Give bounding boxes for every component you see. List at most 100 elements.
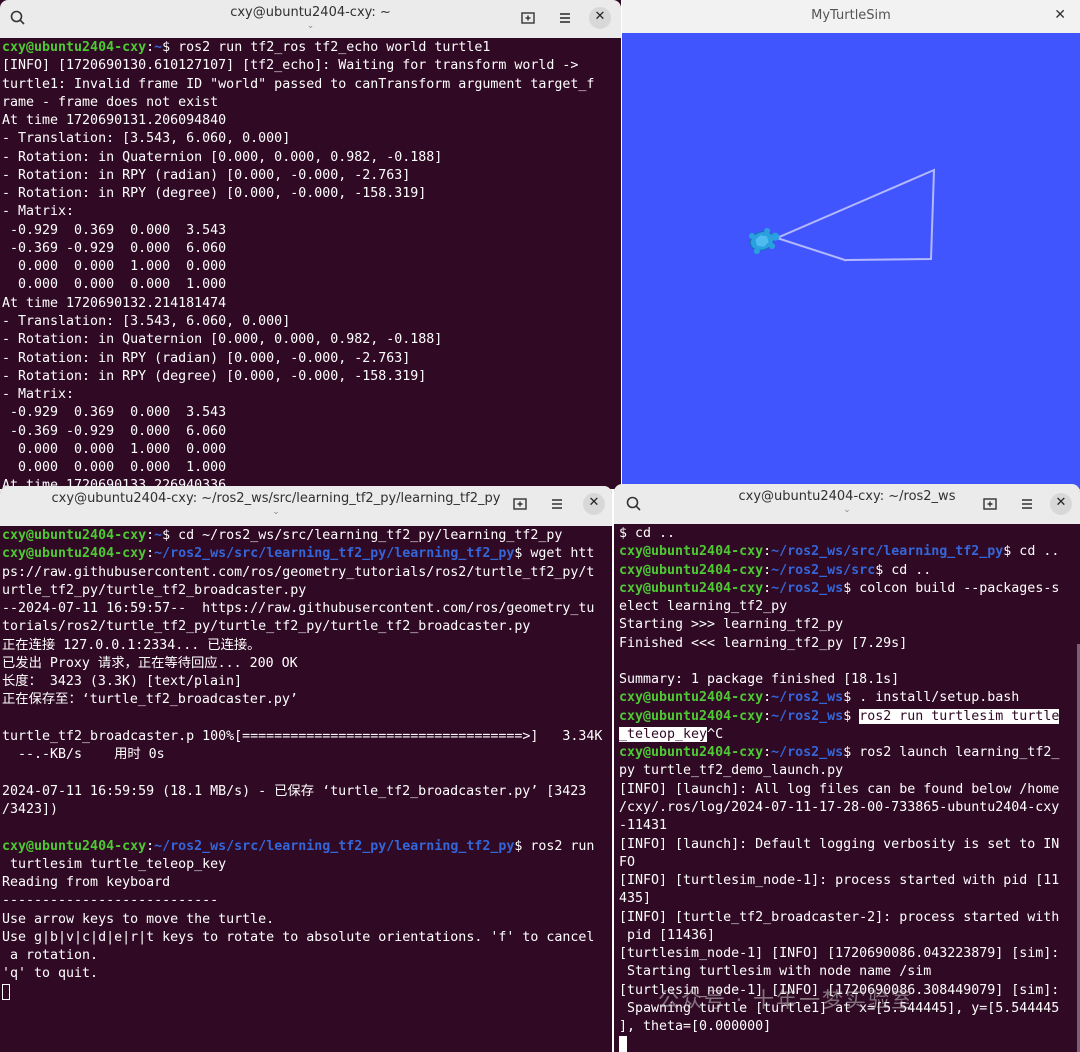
window-title: cxy@ubuntu2404-cxy: ~/ros2_ws/src/learni… [51,491,501,506]
line-text: Use g|b|v|c|d|e|r|t keys to rotate to ab… [2,929,595,945]
line-text: 'q' to quit. [2,966,99,982]
line-text: - Translation: [3.543, 6.060, 0.000] [2,313,291,329]
terminal-line: - Rotation: in Quaternion [0.000, 0.000,… [2,149,621,167]
terminal-line: FO [619,854,1080,872]
line-text: Finished <<< learning_tf2_py [7.29s] [619,635,908,651]
terminal-line: Reading from keyboard [2,874,612,892]
terminal-line: _teleop_key^C [619,726,1080,744]
line-text: 0.000 0.000 1.000 0.000 [2,441,227,457]
terminal-output[interactable]: $ cd .. cxy@ubuntu2404-cxy:~/ros2_ws/src/… [614,525,1080,1052]
terminal-line: [INFO] [turtle_tf2_broadcaster-2]: proce… [619,909,1080,927]
line-text: [INFO] [launch]: Default logging verbosi… [619,836,1060,852]
menu-icon[interactable] [545,492,569,516]
selected-text: _teleop_key [619,726,708,742]
terminal-line: 2024-07-11 16:59:59 (18.1 MB/s) - 已保存 ‘t… [2,783,612,801]
line-text: $ . install/setup.bash [843,690,1020,706]
close-icon[interactable]: ✕ [1050,493,1072,515]
turtlesim-window[interactable]: MyTurtleSim ✕ [622,0,1080,489]
terminal-line: ps://raw.githubusercontent.com/ros/geome… [2,564,612,582]
turtlesim-titlebar[interactable]: MyTurtleSim ✕ [622,0,1080,33]
terminal-line: pid [11436] [619,927,1080,945]
terminal-line: torials/ros2/turtle_tf2_py/turtle_tf2_py… [2,618,612,636]
terminal-line: --------------------------- [2,892,612,910]
line-text: : [763,690,772,706]
terminal-line: $ cd .. [619,525,1080,543]
line-text: 长度： 3423 (3.3K) [text/plain] [2,674,243,690]
line-text: turtle_tf2_broadcaster.p 100%[==========… [2,728,603,744]
text-cursor[interactable] [619,1036,627,1052]
line-text: torials/ros2/turtle_tf2_py/turtle_tf2_py… [2,619,531,635]
terminal-line: 长度： 3423 (3.3K) [text/plain] [2,673,612,691]
line-text: At time 1720690132.214181474 [2,295,227,311]
terminal-window-launch[interactable]: cxy@ubuntu2404-cxy: ~/ros2_ws ⌄ ✕ $ cd .… [614,484,1080,1052]
prompt-user-host: cxy@ubuntu2404-cxy [2,546,147,562]
line-text: $ ros2 launch learning_tf2_ [843,745,1060,761]
line-text: $ wget htt [514,546,595,562]
terminal-line: urtle_tf2_py/turtle_tf2_broadcaster.py [2,582,612,600]
line-text: - Rotation: in RPY (radian) [0.000, -0.0… [2,167,411,183]
line-text: rame - frame does not exist [2,94,219,110]
terminal-line: Finished <<< learning_tf2_py [7.29s] [619,635,1080,653]
terminal-line: [INFO] [turtlesim_node-1]: process start… [619,872,1080,890]
line-text: /cxy/.ros/log/2024-07-11-17-28-00-733865… [619,799,1060,815]
terminal-titlebar[interactable]: cxy@ubuntu2404-cxy: ~/ros2_ws ⌄ ✕ [614,484,1080,524]
terminal-window-tf2-echo[interactable]: cxy@ubuntu2404-cxy: ~ ⌄ ✕ cxy@ubuntu2404… [0,0,621,489]
search-icon[interactable] [6,6,30,30]
prompt-user-host: cxy@ubuntu2404-cxy [619,562,764,578]
terminal-line: -11431 [619,817,1080,835]
terminal-titlebar[interactable]: cxy@ubuntu2404-cxy: ~ ⌄ ✕ [0,0,621,38]
terminal-line: cxy@ubuntu2404-cxy:~/ros2_ws$ colcon bui… [619,580,1080,598]
line-text: 正在保存至：‘turtle_tf2_broadcaster.py’ [2,692,298,708]
terminal-line: ], theta=[0.000000] [619,1018,1080,1036]
new-tab-icon[interactable] [508,492,532,516]
terminal-line: Use g|b|v|c|d|e|r|t keys to rotate to ab… [2,929,612,947]
prompt-path: ~/ros2_ws [771,745,844,761]
terminal-titlebar[interactable]: cxy@ubuntu2404-cxy: ~/ros2_ws/src/learni… [0,486,612,526]
prompt-user-host: cxy@ubuntu2404-cxy [619,745,764,761]
terminal-line: - Rotation: in RPY (radian) [0.000, -0.0… [2,167,621,185]
turtlesim-canvas [622,33,1080,489]
line-text: urtle_tf2_py/turtle_tf2_broadcaster.py [2,582,307,598]
menu-icon[interactable] [553,6,577,30]
menu-icon[interactable] [1015,492,1039,516]
new-tab-icon[interactable] [978,492,1002,516]
terminal-output[interactable]: cxy@ubuntu2404-cxy:~$ ros2 run tf2_ros t… [0,39,621,489]
terminal-line: - Rotation: in RPY (radian) [0.000, -0.0… [2,350,621,368]
line-text: - Rotation: in Quaternion [0.000, 0.000,… [2,332,443,348]
terminal-line [2,983,612,1002]
close-icon[interactable]: ✕ [1054,7,1066,23]
line-text: Reading from keyboard [2,875,171,891]
prompt-user-host: cxy@ubuntu2404-cxy [2,40,147,55]
terminal-line: - Rotation: in Quaternion [0.000, 0.000,… [2,331,621,349]
close-icon[interactable]: ✕ [589,7,611,29]
terminal-line: 435] [619,890,1080,908]
close-icon[interactable]: ✕ [583,493,605,515]
title-chevron-icon[interactable]: ⌄ [704,505,990,515]
text-cursor[interactable] [2,983,10,1000]
terminal-line: cxy@ubuntu2404-cxy:~/ros2_ws/src$ cd .. [619,562,1080,580]
terminal-line: At time 1720690131.206094840 [2,112,621,130]
prompt-user-host: cxy@ubuntu2404-cxy [619,690,764,706]
line-text: $ ros2 run tf2_ros tf2_echo world turtle… [162,40,491,55]
line-text: : [763,580,772,596]
terminal-line: [INFO] [launch]: All log files can be fo… [619,781,1080,799]
line-text: /3423]) [2,801,59,817]
search-icon[interactable] [622,492,646,516]
terminal-window-teleop[interactable]: cxy@ubuntu2404-cxy: ~/ros2_ws/src/learni… [0,486,612,1052]
line-text: $ colcon build --packages-s [843,580,1060,596]
terminal-line: [INFO] [1720690130.610127107] [tf2_echo]… [2,57,621,75]
title-chevron-icon[interactable]: ⌄ [0,507,552,517]
line-text: - Rotation: in RPY (degree) [0.000, -0.0… [2,368,427,384]
terminal-output[interactable]: cxy@ubuntu2404-cxy:~$ cd ~/ros2_ws/src/l… [0,527,612,1052]
terminal-line: -0.369 -0.929 0.000 6.060 [2,423,621,441]
terminal-line: - Translation: [3.543, 6.060, 0.000] [2,130,621,148]
line-text: pid [11436] [619,927,716,943]
terminal-line: Starting turtlesim with node name /sim [619,963,1080,981]
line-text: $ [843,708,860,724]
prompt-path: ~/ros2_ws/src/learning_tf2_py/learning_t… [154,546,515,562]
prompt-path: ~/ros2_ws [771,708,844,724]
line-text: --------------------------- [2,893,219,909]
selected-text: ros2 run turtlesim turtle [859,708,1060,724]
new-tab-icon[interactable] [516,6,540,30]
